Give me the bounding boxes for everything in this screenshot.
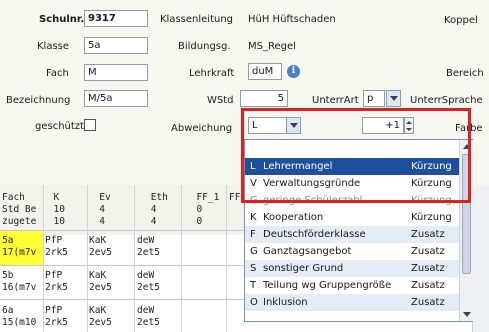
row-2-eth-teacher[interactable]: deW [137,270,154,281]
row-1-class[interactable]: 5a [2,235,13,246]
option-code: G [250,246,258,257]
bildungsg-value: MS_Regel [248,41,296,52]
row-2-ev-teacher[interactable]: KaK [89,270,106,281]
fach-label: Fach [46,68,69,79]
grid-header-row-1: Fach K Ev Eth FF_1 [2,192,220,203]
option-code: O [250,297,258,308]
dropdown-option[interactable]: O Inklusion Zusatz [245,294,459,311]
geschuetzt-label: geschützt [35,121,84,132]
dropdown-option[interactable]: Ssonstiger Grund Zusatz [245,260,459,277]
highlight-callout [241,108,471,203]
row-3-k-teacher[interactable]: PfP [45,305,62,316]
option-kind: Kürzung [411,212,452,223]
option-code: T [250,280,257,291]
option-code: K [250,212,257,223]
row-3-eth-group: 2et5 [137,317,160,328]
info-icon[interactable]: i [287,65,300,78]
option-kind: Zusatz [411,263,445,274]
grid-header-row-3: zugete 10 4 4 0 [2,216,203,227]
option-text: Ganztagsangebot [263,246,352,257]
option-kind: Zusatz [411,297,445,308]
option-kind: Zusatz [411,280,445,291]
bezeichnung-field[interactable]: M/5a [84,90,148,107]
lehrkraft-field[interactable]: duM [248,63,282,80]
option-text: Teilung wg Gruppengröße [263,280,392,291]
row-3-ev-group: 2ev5 [89,317,112,328]
row-2-count: 16(m7v [2,282,37,293]
wstd-label: WStd [207,95,234,106]
row-1-eth-teacher[interactable]: deW [137,235,154,246]
option-code: S [250,263,257,274]
klassenleitung-value: HüH Hüftschaden [248,14,336,25]
schulnr-field[interactable]: 9317 [84,10,148,27]
geschuetzt-checkbox[interactable] [84,119,96,131]
row-2-eth-group: 2et5 [137,282,160,293]
grid-scrollbar[interactable] [472,185,489,332]
row-3-count: 15(m10 [2,317,37,328]
bildungsg-label: Bildungsg. [178,41,231,52]
grid-header-row-2: Std Be 10 4 4 0 [2,204,203,215]
row-2-k-teacher[interactable]: PfP [45,270,62,281]
option-code: F [250,229,256,240]
klasse-field[interactable]: 5a [84,37,148,54]
dropdown-option[interactable]: G Ganztagsangebot Zusatz [245,243,459,260]
option-kind: Zusatz [411,246,445,257]
klasse-label: Klasse [37,41,70,52]
row-1-count: 17(m7v [2,247,37,258]
option-kind: Zusatz [411,229,445,240]
option-text: Deutschförderklasse [263,229,366,240]
unterrart-dropdown-button[interactable] [386,90,401,107]
schulnr-label: Schulnr. [39,14,85,25]
dropdown-option[interactable]: K Kooperation Kürzung [245,209,459,226]
row-2-k-group: 2rk5 [45,282,68,293]
row-2-class[interactable]: 5b [2,270,13,281]
row-3-ev-teacher[interactable]: KaK [89,305,106,316]
row-1-ev-group: 2ev5 [89,247,112,258]
abweichung-label: Abweichung [171,123,233,134]
unterrart-label: UnterrArt [312,95,359,106]
scroll-down-icon[interactable] [463,312,471,317]
option-text: sonstiger Grund [263,263,344,274]
unterrsprache-label: UnterrSprache [410,95,483,106]
row-3-class[interactable]: 6a [2,305,13,316]
row-1-ev-teacher[interactable]: KaK [89,235,106,246]
row-1-k-group: 2rk5 [45,247,68,258]
row-2-ev-group: 2ev5 [89,282,112,293]
unterrart-field[interactable]: p [363,90,385,107]
row-3-eth-teacher[interactable]: deW [137,305,154,316]
dropdown-option[interactable]: F Deutschförderklasse Zusatz [245,226,459,243]
grid-header-ff-2: FF [229,192,241,203]
koppel-label: Koppel [444,15,478,26]
wstd-field[interactable]: 5 [240,90,288,107]
row-1-k-teacher[interactable]: PfP [45,235,62,246]
option-text: Kooperation [263,212,324,223]
row-3-k-group: 2rk5 [45,317,68,328]
row-1-eth-group: 2et5 [137,247,160,258]
dropdown-option[interactable]: T Teilung wg Gruppengröße Zusatz [245,277,459,294]
lehrkraft-label: Lehrkraft [189,68,235,79]
bereich-label: Bereich [446,68,484,79]
bezeichnung-label: Bezeichnung [6,95,71,106]
klassenleitung-label: Klassenleitung [160,14,234,25]
option-text: Inklusion [263,297,308,308]
fach-field[interactable]: M [84,64,148,81]
